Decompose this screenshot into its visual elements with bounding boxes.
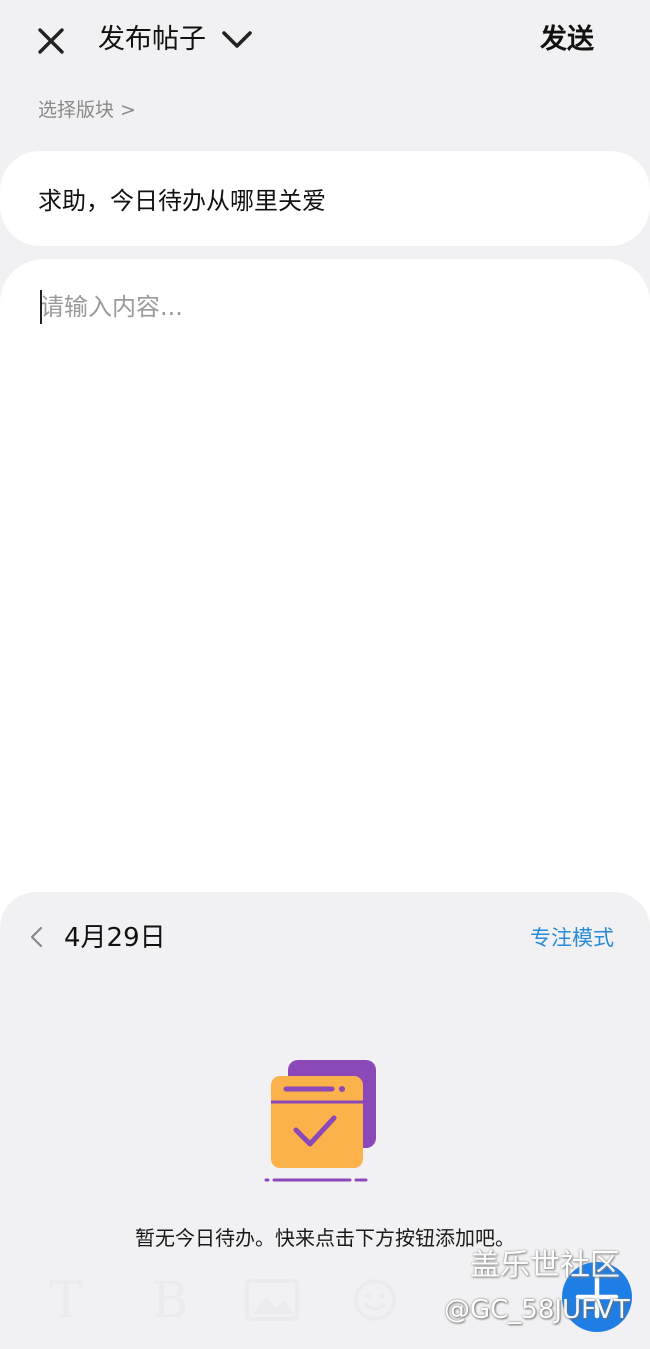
chevron-down-icon xyxy=(222,31,252,48)
top-bar: 发布帖子 发送 xyxy=(0,0,650,84)
post-title-input[interactable]: 求助，今日待办从哪里关爱 xyxy=(0,151,650,246)
chevron-left-icon xyxy=(30,926,43,948)
watermark-brand: 盖乐世社区 xyxy=(470,1248,620,1283)
post-title-value: 求助，今日待办从哪里关爱 xyxy=(38,187,326,215)
empty-todo-illustration-icon xyxy=(264,1060,376,1182)
post-content-input[interactable] xyxy=(0,259,650,959)
insert-image-button[interactable] xyxy=(244,1270,300,1330)
emoji-icon xyxy=(354,1279,396,1321)
text-style-button[interactable]: T xyxy=(42,1270,90,1330)
close-icon xyxy=(38,28,64,54)
page-title: 发布帖子 xyxy=(98,24,206,55)
todo-date: 4月29日 xyxy=(64,923,166,953)
focus-mode-button[interactable]: 专注模式 xyxy=(530,922,614,954)
previous-day-button[interactable] xyxy=(26,924,48,950)
post-type-dropdown[interactable] xyxy=(218,24,258,58)
close-button[interactable] xyxy=(30,22,70,62)
image-icon xyxy=(245,1279,299,1321)
watermark-user: @GC_58JUFVT xyxy=(444,1295,630,1325)
bold-button[interactable]: B xyxy=(146,1270,194,1330)
post-editor-screen: 发布帖子 发送 选择版块 > 求助，今日待办从哪里关爱 请输入内容... 4月2… xyxy=(0,0,650,1349)
emoji-button[interactable] xyxy=(350,1270,400,1330)
send-button[interactable]: 发送 xyxy=(540,20,594,60)
text-cursor xyxy=(40,290,42,324)
select-board-link[interactable]: 选择版块 > xyxy=(38,96,136,124)
content-placeholder: 请输入内容... xyxy=(40,293,183,321)
